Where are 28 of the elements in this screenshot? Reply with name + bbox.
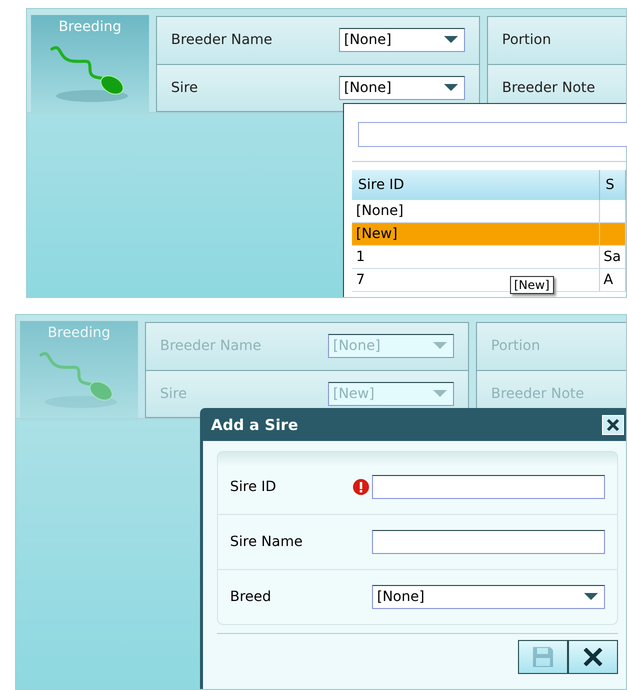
close-icon (582, 648, 604, 666)
field-label: Breeder Note (491, 386, 584, 402)
caret-icon (444, 36, 458, 44)
caret-icon (433, 342, 447, 350)
close-button[interactable] (602, 415, 624, 435)
field-label: Sire ID (230, 479, 278, 495)
field-label: Breed (230, 589, 272, 605)
field-label: Sire Name (230, 534, 304, 550)
field-label: Breeder Name (160, 338, 262, 354)
caret-icon (444, 84, 458, 92)
close-icon (606, 418, 620, 432)
field-label: Portion (491, 338, 540, 354)
field-label: Breeder Note (502, 80, 596, 96)
dropdown-field[interactable]: [None] (339, 76, 465, 100)
column-header[interactable]: S (599, 170, 626, 200)
caret-icon (584, 593, 598, 601)
dialog-title: Add a Sire (211, 416, 298, 434)
column-header[interactable]: Sire ID (352, 170, 600, 200)
caret-icon (433, 390, 447, 398)
field-label: Breeder Name (171, 32, 272, 48)
field-label: Portion (502, 32, 552, 48)
tooltip: [New] (510, 276, 554, 294)
search-field[interactable] (358, 122, 627, 147)
text-field[interactable] (372, 475, 605, 499)
field-label: Sire (171, 80, 198, 96)
list-row[interactable]: 1 Sa (352, 246, 626, 268)
dropdown-field[interactable]: [None] (339, 28, 465, 52)
field-label: Sire (160, 386, 187, 402)
